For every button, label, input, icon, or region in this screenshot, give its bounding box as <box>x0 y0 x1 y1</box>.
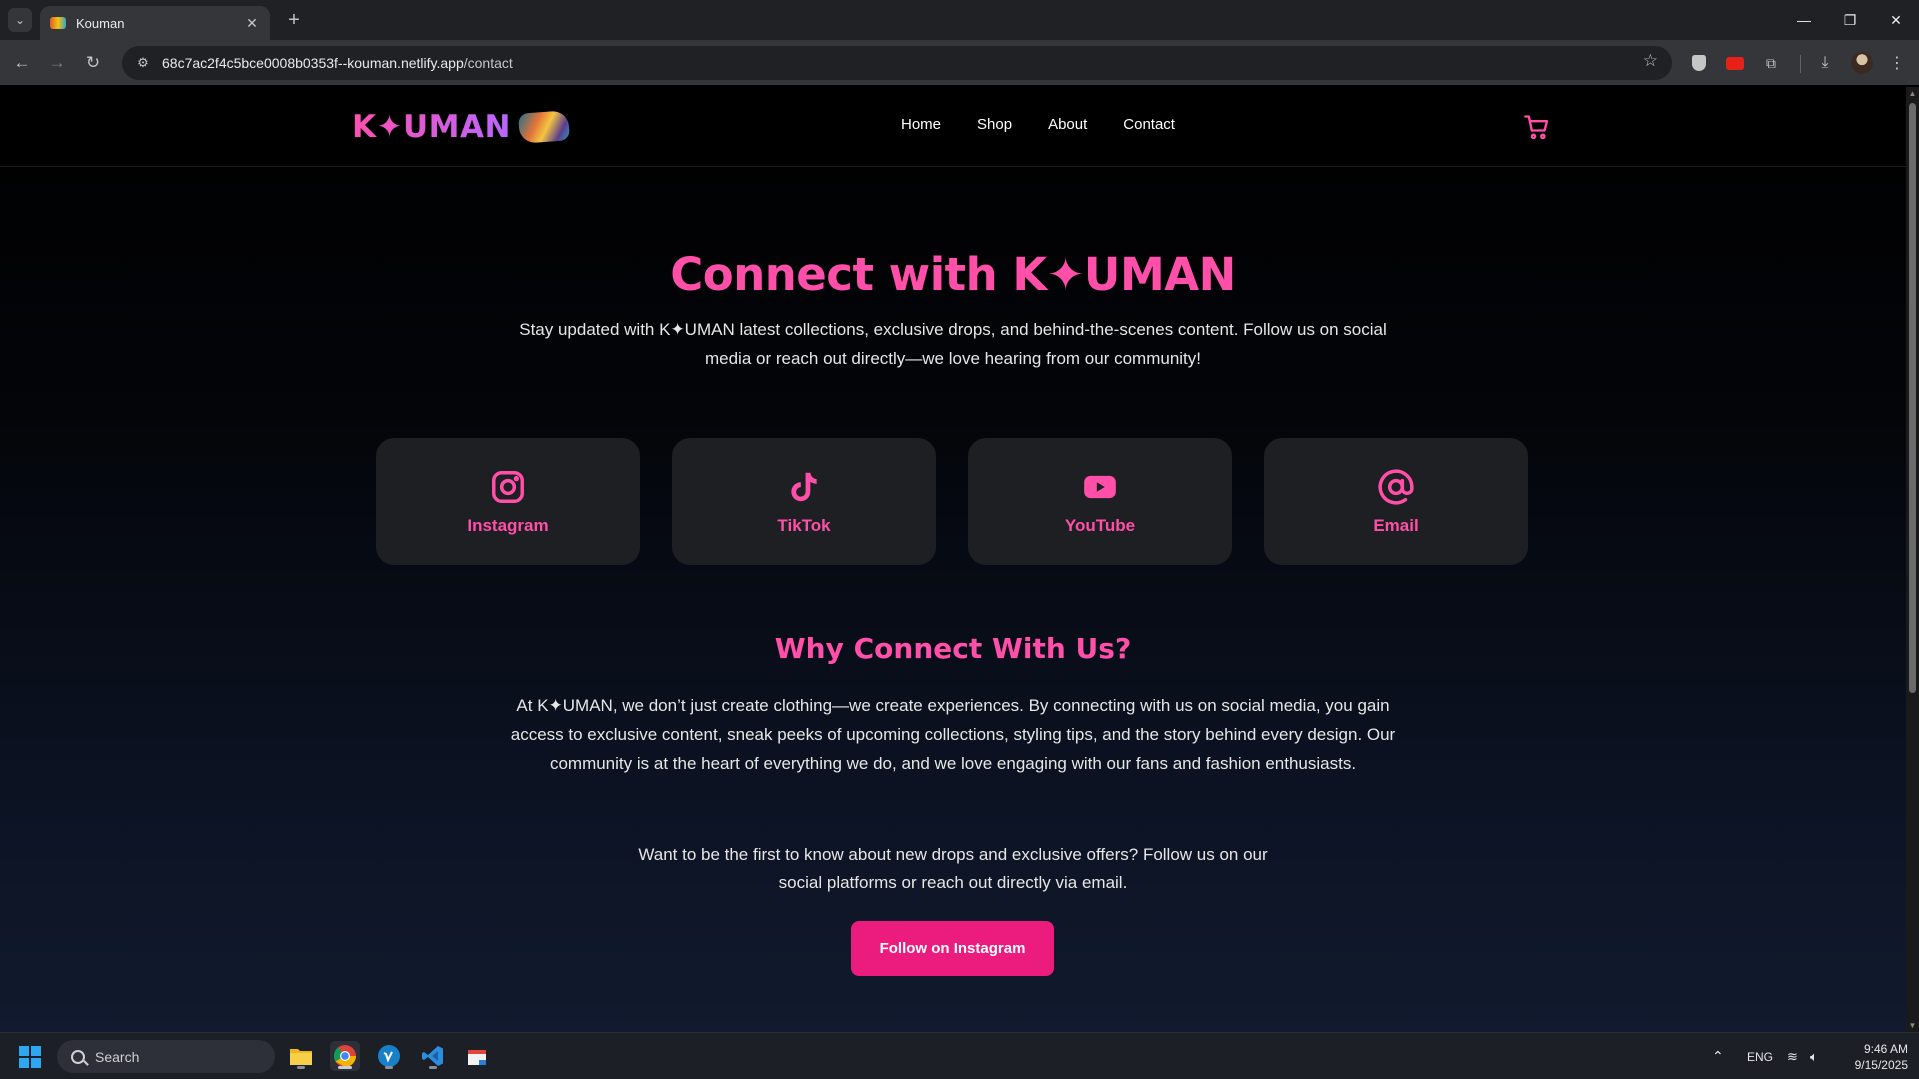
file-explorer-icon[interactable] <box>286 1041 316 1071</box>
toolbar-divider <box>1800 55 1801 73</box>
puzzle-extensions-icon[interactable]: ⧉ <box>1760 52 1782 74</box>
social-card-instagram[interactable]: Instagram <box>376 438 640 565</box>
minimize-icon[interactable]: — <box>1781 0 1827 40</box>
window-close-icon[interactable]: ✕ <box>1873 0 1919 40</box>
site-logo[interactable]: K✦UMAN <box>352 109 570 145</box>
scrollbar-thumb[interactable] <box>1909 103 1916 693</box>
social-card-tiktok[interactable]: TikTok <box>672 438 936 565</box>
page-subtitle: Stay updated with K✦UMAN latest collecti… <box>519 320 1387 368</box>
calendar-app-icon[interactable] <box>462 1041 492 1071</box>
youtube-icon <box>1084 475 1116 498</box>
page-title: Connect with K✦UMAN <box>670 248 1236 301</box>
social-card-label: Email <box>1373 515 1419 535</box>
chrome-icon[interactable] <box>330 1041 360 1071</box>
volume-icon[interactable]: 🔈︎ <box>1810 1033 1818 1079</box>
download-icon[interactable]: ⤓ <box>1814 52 1836 74</box>
nav-about[interactable]: About <box>1048 116 1087 133</box>
nav-contact[interactable]: Contact <box>1123 116 1175 133</box>
language-indicator[interactable]: ENG <box>1747 1033 1773 1079</box>
scroll-down-arrow-icon[interactable]: ▼ <box>1908 1021 1917 1030</box>
back-arrow-icon[interactable]: ← <box>8 49 36 77</box>
taskbar-search[interactable]: Search <box>57 1040 275 1073</box>
browser-toolbar: ← → ↻ ⚙ 68c7ac2f4c5bce0008b0353f--kouman… <box>0 40 1919 86</box>
url-host: 68c7ac2f4c5bce0008b0353f--kouman.netlify… <box>162 55 464 71</box>
browser-tab[interactable]: Kouman ✕ <box>40 6 270 40</box>
social-card-label: Instagram <box>467 515 549 535</box>
follow-instagram-button[interactable]: Follow on Instagram <box>851 921 1054 976</box>
windows-start-icon[interactable] <box>19 1046 41 1068</box>
scroll-up-arrow-icon[interactable]: ▲ <box>1908 89 1917 98</box>
vimeo-app-icon[interactable] <box>374 1041 404 1071</box>
profile-avatar[interactable] <box>1851 52 1873 74</box>
at-sign-icon <box>1378 468 1414 505</box>
taskbar-search-label: Search <box>95 1048 140 1065</box>
vscode-icon[interactable] <box>418 1041 448 1071</box>
nav-home[interactable]: Home <box>901 116 941 133</box>
restore-icon[interactable]: ❐ <box>1827 0 1873 40</box>
new-tab-plus-icon[interactable]: + <box>282 8 306 32</box>
windows-taskbar: Search ⌃ ENG ≋ 🔈︎ 9:46 AM 9/15/2025 <box>0 1032 1919 1079</box>
tab-search-chevron-icon[interactable]: ⌄ <box>8 8 32 32</box>
social-cards: Instagram TikTok YouTube Email <box>376 438 1528 565</box>
kebab-menu-icon[interactable]: ⋮ <box>1886 52 1908 74</box>
instagram-icon <box>492 470 524 503</box>
logo-graffiti-icon <box>517 110 570 144</box>
page-scrollbar[interactable]: ▲ ▼ <box>1906 87 1919 1032</box>
address-bar[interactable]: ⚙ 68c7ac2f4c5bce0008b0353f--kouman.netli… <box>122 46 1672 80</box>
url-path: /contact <box>463 55 513 71</box>
why-connect-body: At K✦UMAN, we don’t just create clothing… <box>510 696 1396 773</box>
search-icon <box>71 1049 85 1064</box>
web-page: K✦UMAN Home Shop About Contact Connect w… <box>0 87 1906 1032</box>
reload-icon[interactable]: ↻ <box>79 49 107 77</box>
why-connect-heading: Why Connect With Us? <box>774 632 1132 665</box>
shield-extension-icon[interactable] <box>1688 52 1710 74</box>
logo-text: K✦UMAN <box>352 109 511 145</box>
clock-date: 9/15/2025 <box>1854 1058 1908 1072</box>
social-card-youtube[interactable]: YouTube <box>968 438 1232 565</box>
bookmark-star-icon[interactable]: ☆ <box>1643 51 1658 71</box>
main-nav: Home Shop About Contact <box>901 116 1175 133</box>
cta-text: Want to be the first to know about new d… <box>638 845 1268 892</box>
tab-title: Kouman <box>76 15 125 31</box>
site-header: K✦UMAN Home Shop About Contact <box>0 87 1906 167</box>
clock-time: 9:46 AM <box>1863 1042 1908 1056</box>
site-settings-icon[interactable]: ⚙ <box>130 50 156 76</box>
social-card-email[interactable]: Email <box>1264 438 1528 565</box>
forward-arrow-icon[interactable]: → <box>43 49 71 77</box>
social-card-label: YouTube <box>1064 515 1136 535</box>
tiktok-icon <box>791 472 817 501</box>
tab-close-icon[interactable]: ✕ <box>244 15 260 32</box>
tab-favicon-icon <box>50 17 66 29</box>
browser-tab-strip: ⌄ Kouman ✕ + — ❐ ✕ <box>0 0 1919 40</box>
url-text: 68c7ac2f4c5bce0008b0353f--kouman.netlify… <box>162 55 513 71</box>
nav-shop[interactable]: Shop <box>977 116 1012 133</box>
shopping-cart-icon[interactable] <box>1523 113 1551 141</box>
youtube-extension-icon[interactable] <box>1724 52 1746 74</box>
social-card-label: TikTok <box>777 515 831 535</box>
taskbar-clock[interactable]: 9:46 AM 9/15/2025 <box>1838 1041 1908 1073</box>
tray-chevron-up-icon[interactable]: ⌃ <box>1712 1033 1724 1079</box>
wifi-icon[interactable]: ≋ <box>1787 1033 1798 1079</box>
